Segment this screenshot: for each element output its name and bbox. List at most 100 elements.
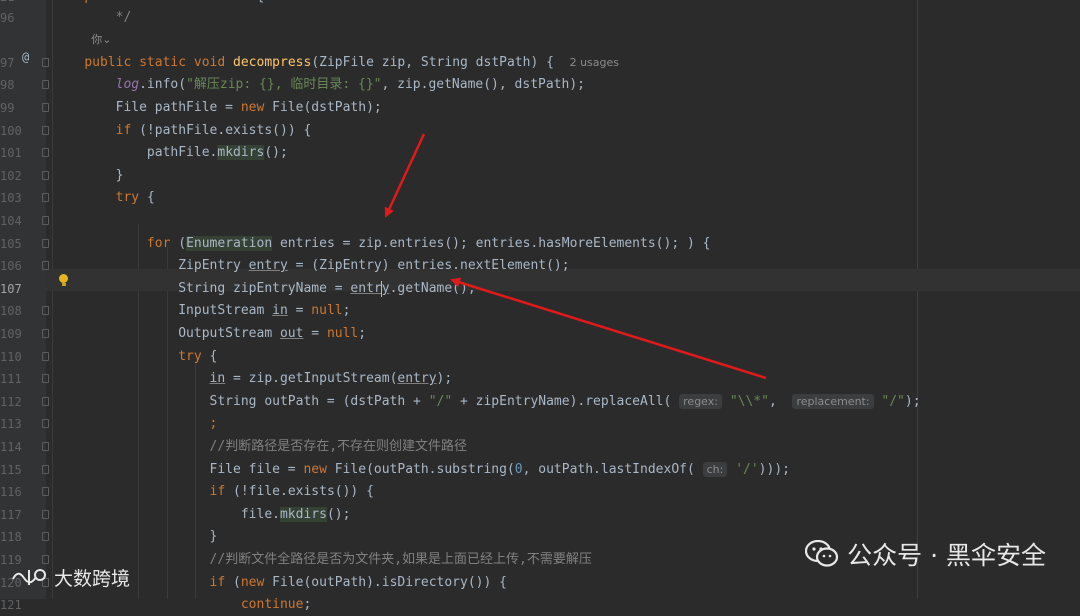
fold-marker-icon[interactable] <box>42 171 49 180</box>
code-line[interactable]: 120 if (new File(outPath).isDirectory())… <box>0 572 1080 594</box>
code-line[interactable]: 102 } <box>0 165 1080 187</box>
code-text: 你⌄ <box>84 33 112 46</box>
line-number: 105 <box>0 237 22 251</box>
line-number: 101 <box>0 146 22 160</box>
fold-marker-icon[interactable] <box>42 126 49 135</box>
code-line[interactable]: 101 pathFile.mkdirs(); <box>0 142 1080 164</box>
code-text: String zipEntryName = entry.getName(); <box>53 280 476 297</box>
code-line[interactable]: 115 File file = new File(outPath.substri… <box>0 459 1080 481</box>
fold-marker-icon[interactable] <box>42 352 49 361</box>
line-number: 113 <box>0 417 22 431</box>
code-line[interactable]: 98 log.info("解压zip: {}, 临时目录: {}", zip.g… <box>0 74 1080 96</box>
fold-marker-icon[interactable] <box>42 487 49 496</box>
code-text: File file = new File(outPath.substring(0… <box>53 462 790 477</box>
fold-marker-icon[interactable] <box>42 103 49 112</box>
code-line[interactable]: 105 for (Enumeration entries = zip.entri… <box>0 233 1080 255</box>
line-number: 108 <box>0 304 22 318</box>
line-number: 112 <box>0 395 22 409</box>
code-line[interactable]: 112 String outPath = (dstPath + "/" + zi… <box>0 391 1080 413</box>
code-line[interactable]: 106 ZipEntry entry = (ZipEntry) entries.… <box>0 255 1080 277</box>
code-text: */ <box>84 10 132 25</box>
code-text: //判断文件全路径是否为文件夹,如果是上面已经上传,不需要解压 <box>209 552 592 567</box>
code-line[interactable]: 116 if (!file.exists()) { <box>0 481 1080 503</box>
fold-marker-icon[interactable] <box>42 510 49 519</box>
watermark-text-left: 大数跨境 <box>54 568 131 590</box>
fold-marker-icon[interactable] <box>42 216 49 225</box>
code-text: String outPath = (dstPath + "/" + zipEnt… <box>53 394 921 409</box>
code-text: pathFile.mkdirs(); <box>53 145 288 160</box>
code-line[interactable]: 111 in = zip.getInputStream(entry); <box>0 368 1080 390</box>
fold-marker-icon[interactable] <box>42 465 49 474</box>
line-number: 99 <box>0 101 15 115</box>
watermark-text-right: 公众号 · 黑伞安全 <box>847 541 1046 570</box>
code-line[interactable]: 108 InputStream in = null; <box>0 300 1080 322</box>
code-text: for (Enumeration entries = zip.entries()… <box>146 236 711 251</box>
line-number: 110 <box>0 350 22 364</box>
brand-logo-icon <box>12 568 46 585</box>
fold-marker-icon[interactable] <box>42 374 49 383</box>
code-line[interactable]: 97 public static void decompress(ZipFile… <box>0 52 1080 74</box>
override-marker-icon[interactable]: @ <box>22 46 29 68</box>
line-number: 111 <box>0 372 22 386</box>
fold-marker-icon[interactable] <box>42 532 49 541</box>
line-number: 117 <box>0 508 22 522</box>
code-line[interactable]: 99 File pathFile = new File(dstPath); <box>0 97 1080 119</box>
lightbulb-icon[interactable] <box>59 274 68 286</box>
line-number: 104 <box>0 214 22 228</box>
code-text: try { <box>178 349 218 364</box>
code-text: InputStream in = null; <box>53 303 351 318</box>
code-line[interactable]: 113 ; <box>0 413 1080 435</box>
code-text: log.info("解压zip: {}, 临时目录: {}", zip.getN… <box>115 77 585 92</box>
code-line[interactable]: 121 continue; <box>0 594 1080 616</box>
logo-watermark: 大数跨境 <box>10 564 130 591</box>
code-line[interactable]: 114 //判断路径是否存在,不存在则创建文件路径 <box>0 436 1080 458</box>
code-line[interactable]: 96 */ <box>0 7 1080 29</box>
intention-bulb-slot <box>0 269 80 291</box>
code-text: in = zip.getInputStream(entry); <box>209 371 453 386</box>
line-number: 109 <box>0 327 22 341</box>
line-number: 116 <box>0 485 22 499</box>
fold-marker-icon[interactable] <box>42 306 49 315</box>
code-line[interactable]: 117 file.mkdirs(); <box>0 504 1080 526</box>
code-editor[interactable]: 21 public class FileUtil {96 */ 你⌄97 pub… <box>0 0 1080 612</box>
fold-marker-icon[interactable] <box>42 442 49 451</box>
fold-marker-icon[interactable] <box>42 555 49 564</box>
fold-marker-icon[interactable] <box>42 239 49 248</box>
line-number: 96 <box>0 11 15 25</box>
fold-marker-icon[interactable] <box>42 148 49 157</box>
line-number: 115 <box>0 463 22 477</box>
code-text: //判断路径是否存在,不存在则创建文件路径 <box>209 439 468 454</box>
fold-marker-icon[interactable] <box>42 193 49 202</box>
code-text: File pathFile = new File(dstPath); <box>53 100 382 115</box>
line-number: 97 <box>0 56 15 70</box>
code-line[interactable]: 109 OutputStream out = null; <box>0 323 1080 345</box>
line-number: 118 <box>0 530 22 544</box>
code-text: public static void decompress(ZipFile zi… <box>84 55 620 70</box>
line-number: 98 <box>0 78 15 92</box>
code-text: if (!file.exists()) { <box>209 484 374 499</box>
code-line[interactable]: 104 <box>0 210 1080 232</box>
wechat-icon <box>805 540 839 567</box>
fold-marker-icon[interactable] <box>42 397 49 406</box>
fold-marker-icon[interactable] <box>42 80 49 89</box>
code-line[interactable]: 110 try { <box>0 346 1080 368</box>
code-text: } <box>53 529 218 544</box>
code-text: } <box>53 168 124 183</box>
line-number: 121 <box>0 598 22 612</box>
code-line[interactable]: 你⌄ <box>0 29 1080 51</box>
code-text: try { <box>115 190 155 205</box>
fold-marker-icon[interactable] <box>42 419 49 428</box>
code-text: ZipEntry entry = (ZipEntry) entries.next… <box>53 258 570 273</box>
line-number: 102 <box>0 169 22 183</box>
code-text: continue; <box>240 597 312 612</box>
fold-marker-icon[interactable] <box>42 58 49 67</box>
code-line[interactable]: 100 if (!pathFile.exists()) { <box>0 120 1080 142</box>
code-text: OutputStream out = null; <box>53 326 367 341</box>
fold-marker-icon[interactable] <box>42 329 49 338</box>
code-line[interactable]: 107 String zipEntryName = entry.getName(… <box>0 278 1080 300</box>
code-text: ; <box>209 416 218 431</box>
code-line[interactable]: 103 try { <box>0 187 1080 209</box>
line-number: 103 <box>0 191 22 205</box>
wechat-watermark: 公众号 · 黑伞安全 <box>805 536 1046 572</box>
code-text: if (!pathFile.exists()) { <box>115 123 312 138</box>
